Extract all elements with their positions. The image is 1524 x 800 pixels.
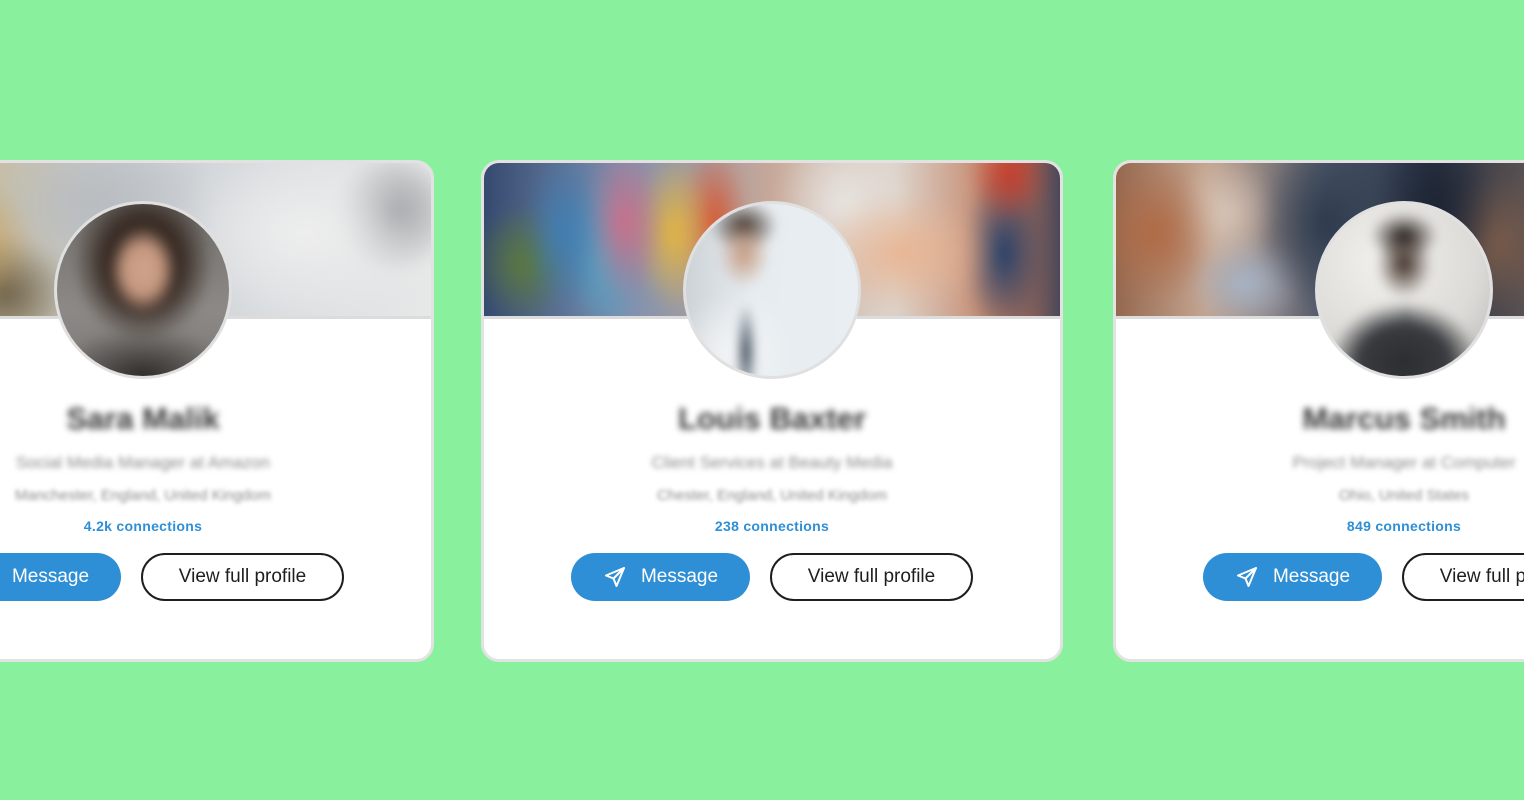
send-icon — [604, 567, 625, 587]
message-button-label: Message — [640, 566, 719, 587]
profile-location: Ohio, United States — [1338, 487, 1470, 504]
profile-name: Marcus Smith — [1302, 401, 1506, 436]
connections-count[interactable]: 238 connections — [484, 518, 1060, 534]
page-background: Sara Malik Social Media Manager at Amazo… — [0, 0, 1524, 800]
profile-card: Louis Baxter Client Services at Beauty M… — [481, 160, 1063, 662]
avatar[interactable] — [1315, 201, 1493, 379]
profile-headline: Project Manager at Computer — [1292, 453, 1516, 472]
profile-headline: Social Media Manager at Amazon — [15, 453, 271, 472]
avatar[interactable] — [54, 201, 232, 379]
send-icon — [1236, 567, 1257, 587]
view-full-profile-label: View full profile — [807, 566, 936, 587]
profile-location: Manchester, England, United Kingdom — [15, 487, 271, 504]
profile-card: Marcus Smith Project Manager at Computer… — [1113, 160, 1524, 662]
profile-card: Sara Malik Social Media Manager at Amazo… — [0, 160, 434, 662]
connections-count[interactable]: 4.2k connections — [0, 518, 431, 534]
view-full-profile-button[interactable]: View full profile — [1402, 553, 1524, 601]
avatar[interactable] — [683, 201, 861, 379]
message-button-label: Message — [11, 566, 90, 587]
message-button[interactable]: Message — [571, 553, 750, 601]
profile-name: Louis Baxter — [678, 401, 866, 436]
view-full-profile-button[interactable]: View full profile — [770, 553, 973, 601]
message-button[interactable]: Message — [1203, 553, 1382, 601]
profile-name: Sara Malik — [66, 401, 220, 436]
connections-count[interactable]: 849 connections — [1116, 518, 1524, 534]
view-full-profile-button[interactable]: View full profile — [141, 553, 344, 601]
view-full-profile-label: View full profile — [178, 566, 307, 587]
message-button-label: Message — [1272, 566, 1351, 587]
view-full-profile-label: View full profile — [1439, 566, 1524, 587]
message-button[interactable]: Message — [0, 553, 121, 601]
profile-headline: Client Services at Beauty Media — [651, 453, 893, 472]
profile-location: Chester, England, United Kingdom — [656, 487, 888, 504]
